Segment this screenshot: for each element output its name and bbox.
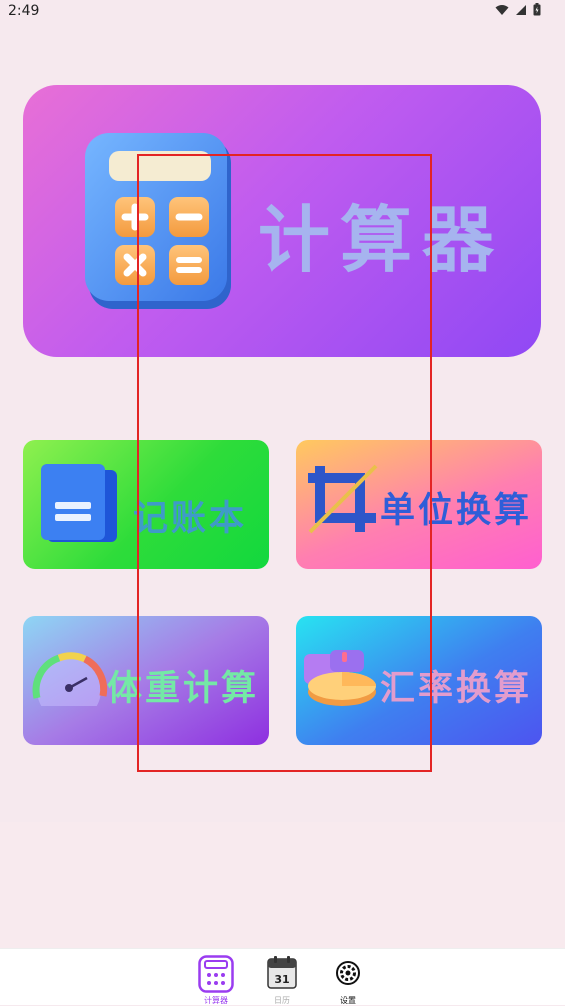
tab-settings-label: 设置: [340, 996, 356, 1005]
pie-chart-icon: [304, 650, 376, 706]
tab-calendar-label: 日历: [274, 996, 290, 1005]
notebook-icon: [41, 464, 117, 542]
content-background: [0, 822, 565, 948]
status-bar: 2:49: [0, 0, 565, 24]
unit-conversion-label: 单位换算: [380, 491, 533, 531]
calculator-icon: [85, 133, 231, 309]
bmi-label: 体重计算: [107, 669, 260, 709]
calculator-title: 计算器: [258, 198, 505, 282]
exchange-rate-label: 汇率换算: [380, 669, 533, 709]
signal-icon: [516, 4, 526, 15]
tab-calendar[interactable]: 31 日历: [257, 953, 307, 1005]
bottom-tab-bar: 计算器 31 日历 设置: [0, 948, 565, 1005]
crop-icon: [308, 464, 378, 534]
status-time: 2:49: [8, 3, 40, 19]
calendar-day: 31: [274, 973, 289, 986]
wifi-icon: [495, 4, 509, 15]
calendar-icon: 31: [267, 956, 297, 989]
unit-conversion-tile[interactable]: 单位换算: [296, 440, 542, 569]
tab-settings[interactable]: 设置: [323, 953, 373, 1005]
battery-icon: [533, 3, 541, 16]
calculator-card[interactable]: 计算器: [23, 85, 541, 357]
ledger-label: 记账本: [133, 499, 248, 539]
exchange-rate-tile[interactable]: 汇率换算: [296, 616, 542, 745]
speedometer-icon: [32, 652, 108, 706]
tab-calculator[interactable]: 计算器: [191, 953, 241, 1005]
calculator-icon: [198, 955, 234, 993]
status-icons: [495, 3, 541, 16]
gear-icon: [336, 961, 360, 985]
bmi-tile[interactable]: 体重计算: [23, 616, 269, 745]
tab-calculator-label: 计算器: [204, 996, 228, 1005]
ledger-tile[interactable]: 记账本: [23, 440, 269, 569]
